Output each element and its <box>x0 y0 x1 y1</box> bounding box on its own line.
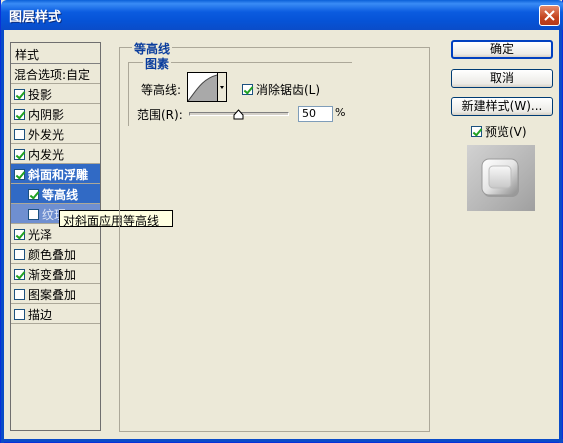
checkbox-outer-glow[interactable] <box>14 129 25 140</box>
preview-label: 预览(V) <box>485 125 527 139</box>
checkbox-satin[interactable] <box>14 229 25 240</box>
antialias-checkbox[interactable] <box>242 84 253 95</box>
range-slider-thumb[interactable] <box>233 109 244 120</box>
title-bar[interactable]: 图层样式 <box>1 0 563 30</box>
style-item-label: 光泽 <box>28 228 53 242</box>
style-item-bevel-emboss[interactable]: 斜面和浮雕 <box>11 164 100 184</box>
new-style-button[interactable]: 新建样式(W)... <box>451 97 553 116</box>
antialias-checkbox-row[interactable]: 消除锯齿(L) <box>242 81 320 98</box>
checkbox-gradient-overlay[interactable] <box>14 269 25 280</box>
checkbox-contour[interactable] <box>28 189 39 200</box>
style-item-label: 渐变叠加 <box>28 268 77 282</box>
style-item-label: 混合选项:自定 <box>14 68 91 82</box>
checkbox-stroke[interactable] <box>14 309 25 320</box>
frame-bottom <box>1 439 563 442</box>
style-item-stroke[interactable]: 描边 <box>11 304 100 324</box>
layer-style-dialog: 图层样式 样式 混合选项:自定 投影 内阴影 外发光 内发光 斜面和浮雕 等高线… <box>0 0 563 443</box>
checkbox-inner-shadow[interactable] <box>14 109 25 120</box>
preview-checkbox[interactable] <box>471 126 482 137</box>
style-item-label: 等高线 <box>42 188 79 202</box>
style-item-blending-options[interactable]: 混合选项:自定 <box>11 64 100 84</box>
antialias-label: 消除锯齿(L) <box>256 83 321 97</box>
range-label: 范围(R): <box>137 108 183 122</box>
range-unit: % <box>335 106 346 119</box>
frame-right <box>559 30 562 443</box>
preview-checkbox-row[interactable]: 预览(V) <box>471 123 527 140</box>
range-value-input[interactable]: 50 <box>298 106 333 122</box>
checkbox-inner-glow[interactable] <box>14 149 25 160</box>
ok-button[interactable]: 确定 <box>451 40 553 59</box>
style-item-color-overlay[interactable]: 颜色叠加 <box>11 244 100 264</box>
style-list: 样式 混合选项:自定 投影 内阴影 外发光 内发光 斜面和浮雕 等高线 纹理 光… <box>10 42 101 431</box>
style-item-drop-shadow[interactable]: 投影 <box>11 84 100 104</box>
style-list-header: 样式 <box>11 43 100 64</box>
checkbox-texture[interactable] <box>28 209 39 220</box>
style-item-label: 投影 <box>28 88 53 102</box>
style-item-label: 图案叠加 <box>28 288 77 302</box>
style-item-label: 内阴影 <box>28 108 65 122</box>
subsection-title: 图素 <box>143 55 172 72</box>
style-item-gradient-overlay[interactable]: 渐变叠加 <box>11 264 100 284</box>
cancel-button[interactable]: 取消 <box>451 69 553 88</box>
contour-curve-icon <box>187 74 218 102</box>
style-item-pattern-overlay[interactable]: 图案叠加 <box>11 284 100 304</box>
style-item-label: 斜面和浮雕 <box>28 168 89 182</box>
bevel-preview-icon <box>481 158 519 197</box>
frame-left <box>1 30 4 443</box>
style-item-label: 颜色叠加 <box>28 248 77 262</box>
style-item-inner-shadow[interactable]: 内阴影 <box>11 104 100 124</box>
style-item-label: 描边 <box>28 308 53 322</box>
style-item-contour[interactable]: 等高线 <box>11 184 100 204</box>
checkbox-pattern-overlay[interactable] <box>14 289 25 300</box>
window-title: 图层样式 <box>9 10 62 25</box>
checkbox-bevel-emboss[interactable] <box>14 169 25 180</box>
style-item-inner-glow[interactable]: 内发光 <box>11 144 100 164</box>
contour-label: 等高线: <box>141 83 182 97</box>
style-item-outer-glow[interactable]: 外发光 <box>11 124 100 144</box>
contour-preview[interactable] <box>187 72 218 102</box>
style-item-label: 内发光 <box>28 148 65 162</box>
style-item-label: 外发光 <box>28 128 65 142</box>
close-icon <box>544 10 555 21</box>
style-preview-thumbnail <box>467 145 535 211</box>
checkbox-drop-shadow[interactable] <box>14 89 25 100</box>
close-button[interactable] <box>539 5 560 26</box>
contour-dropdown-arrow[interactable] <box>218 72 227 102</box>
checkbox-color-overlay[interactable] <box>14 249 25 260</box>
contour-picker[interactable] <box>187 72 227 102</box>
